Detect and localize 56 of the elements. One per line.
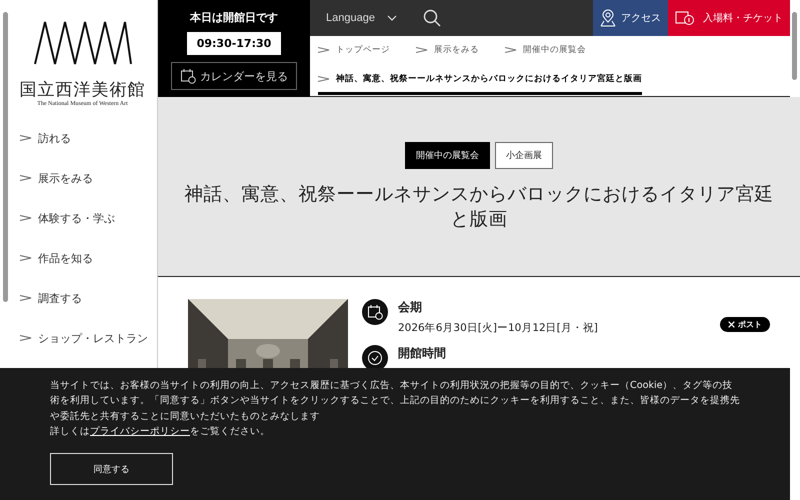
info-heading: 会期 — [398, 299, 423, 316]
chevron-icon — [20, 255, 32, 261]
chevron-icon — [20, 175, 32, 181]
chevron-icon — [318, 47, 330, 54]
sidebar-item[interactable]: 調査する — [0, 286, 157, 310]
chevron-icon — [416, 47, 428, 54]
sidebar-label: 体験する・学ぶ — [38, 210, 115, 226]
access-button[interactable]: アクセス — [593, 0, 668, 36]
open-status: 本日は開館日です — [190, 10, 278, 25]
breadcrumb-link[interactable]: 展示をみる — [416, 37, 479, 64]
caret-icon — [386, 15, 397, 21]
museum-name: 国立西洋美術館 — [20, 79, 146, 100]
category-tag[interactable]: 開催中の展覧会 — [405, 142, 490, 169]
language-dropdown[interactable]: Language — [320, 11, 403, 25]
chevron-icon — [20, 335, 32, 341]
privacy-policy-link[interactable]: プライバシーポリシー — [90, 426, 190, 438]
agree-button[interactable]: 同意する — [50, 453, 173, 486]
category-tag[interactable]: 小企画展 — [495, 142, 553, 169]
ticket-icon — [675, 10, 695, 26]
breadcrumb-label: 神話、寓意、祝祭ーールネサンスからバロックにおけるイタリア宮廷と版画 — [336, 72, 642, 85]
exhibition-title: 神話、寓意、祝祭ーールネサンスからバロックにおけるイタリア宮廷と版画 — [184, 183, 774, 232]
breadcrumb-label: 開催中の展覧会 — [523, 44, 586, 56]
chevron-icon — [20, 135, 32, 141]
calendar-icon — [180, 68, 196, 84]
sidebar-label: ショップ・レストラン — [38, 330, 148, 346]
sidebar-item[interactable]: ショップ・レストラン — [0, 326, 157, 350]
sidebar-label: 展示をみる — [38, 170, 93, 186]
chevron-icon — [318, 76, 330, 82]
hours-box: 09:30-17:30 — [186, 32, 282, 55]
chevron-icon — [20, 215, 32, 221]
sidebar-label: 作品を知る — [38, 250, 93, 266]
sidebar-label: 訪れる — [38, 130, 71, 146]
scrollbar[interactable] — [3, 12, 8, 302]
scrollbar[interactable] — [792, 12, 797, 80]
sidebar-item[interactable]: 訪れる — [0, 126, 157, 150]
breadcrumb-label: 展示をみる — [434, 44, 479, 56]
breadcrumb-link[interactable]: 開催中の展覧会 — [505, 37, 586, 64]
sidebar-item[interactable]: 展示をみる — [0, 166, 157, 190]
x-logo-icon — [728, 321, 735, 328]
privacy-note: 詳しくはプライバシーポリシー をご覧ください。 — [50, 425, 271, 440]
breadcrumb-link[interactable]: トップページ — [318, 37, 390, 64]
chevron-icon — [20, 295, 32, 301]
map-pin-icon — [600, 9, 616, 27]
share-post-button[interactable]: ポスト — [720, 317, 770, 332]
cookie-notice: 当サイトでは、お客様の当サイトの利用の向上、アクセス履歴に基づく広告、本サイトの利用状況の把握等の目的で、クッキー（Cookie）、タグ等の技術を利用しています。「同意する」ボタンや当サイトをクリックすることで、上記の目的のためにクッキーを利用すること、また、皆様のデータを提携先や委託先と共有することに同意いただいたものとみなします — [50, 379, 740, 424]
sidebar-label: 調査する — [38, 290, 82, 306]
sidebar-item[interactable]: 作品を知る — [0, 246, 157, 270]
search-icon[interactable] — [422, 9, 441, 27]
calendar-icon — [362, 299, 388, 325]
ticket-button[interactable]: 入場料・チケット — [668, 0, 790, 36]
breadcrumb-label: トップページ — [336, 44, 390, 56]
calendar-button[interactable]: カレンダーを見る — [171, 62, 297, 90]
sidebar-item[interactable]: 体験する・学ぶ — [0, 206, 157, 230]
info-value: 2026年6月30日[火]ー10月12日[月・祝] — [398, 321, 598, 335]
info-heading: 開館時間 — [398, 345, 446, 362]
chevron-icon — [505, 47, 517, 54]
